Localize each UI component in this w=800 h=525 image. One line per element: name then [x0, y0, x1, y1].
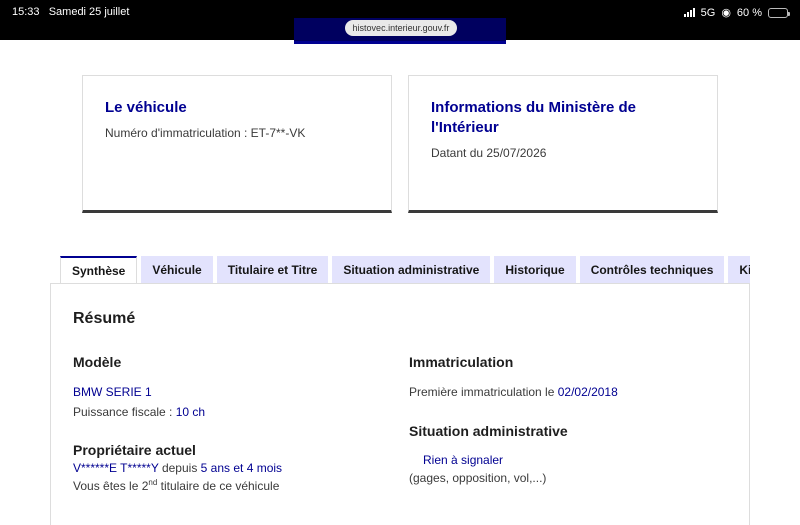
tab-kilometrage[interactable]: Kilo	[728, 256, 750, 284]
fiscal-power-label: Puissance fiscale :	[73, 405, 176, 419]
status-icons: 5G ◉ 60 %	[683, 6, 790, 19]
clock-date: Samedi 25 juillet	[48, 6, 130, 18]
owner-name: V******E T*****Y	[73, 461, 159, 475]
summary-title: Résumé	[73, 310, 136, 327]
battery-icon	[768, 7, 790, 18]
owner-line: V******E T*****Y depuis 5 ans et 4 mois	[73, 461, 282, 475]
tab-controles-techniques[interactable]: Contrôles techniques	[579, 256, 725, 284]
admin-heading: Situation administrative	[409, 423, 568, 439]
vehicle-card: Le véhicule Numéro d'immatriculation : E…	[82, 75, 392, 213]
battery-percent: 60 %	[736, 6, 762, 19]
ministry-card: Informations du Ministère de l'Intérieur…	[408, 75, 718, 213]
owner-heading: Propriétaire actuel	[73, 442, 196, 458]
owner-since-value: 5 ans et 4 mois	[200, 461, 283, 475]
owner-rank-sup: nd	[148, 478, 158, 487]
rotation-lock-icon: ◉	[721, 7, 731, 19]
owner-rank-suffix: titulaire de ce véhicule	[157, 479, 280, 493]
clock-time: 15:33	[12, 6, 40, 18]
first-registration-date: 02/02/2018	[557, 385, 618, 399]
vehicle-card-title: Le véhicule	[105, 99, 187, 116]
fiscal-power: Puissance fiscale : 10 ch	[73, 405, 205, 419]
plate-number: Numéro d'immatriculation : ET-7**-VK	[105, 126, 306, 140]
tab-situation-administrative[interactable]: Situation administrative	[332, 256, 491, 284]
tab-list: Synthèse Véhicule Titulaire et Titre Sit…	[60, 256, 750, 284]
tab-titulaire[interactable]: Titulaire et Titre	[216, 256, 329, 284]
fiscal-power-value: 10 ch	[175, 405, 206, 419]
tab-synthese[interactable]: Synthèse	[60, 256, 138, 284]
admin-details: (gages, opposition, vol,...)	[409, 471, 547, 485]
model-heading: Modèle	[73, 354, 122, 370]
ministry-title-line2: l'Intérieur	[431, 119, 499, 136]
first-registration-label: Première immatriculation le	[409, 385, 558, 399]
owner-rank: Vous êtes le 2nd titulaire de ce véhicul…	[73, 478, 279, 493]
status-time: 15:33 Samedi 25 juillet	[12, 6, 129, 18]
registration-heading: Immatriculation	[409, 354, 514, 370]
admin-status: Rien à signaler	[423, 453, 504, 467]
ministry-title-line1: Informations du Ministère de	[431, 99, 637, 116]
first-registration: Première immatriculation le 02/02/2018	[409, 385, 618, 399]
url-text: histovec.interieur.gouv.fr	[352, 23, 450, 33]
tab-historique[interactable]: Historique	[494, 256, 576, 284]
ministry-card-title: Informations du Ministère de l'Intérieur	[431, 98, 695, 138]
url-bar[interactable]: histovec.interieur.gouv.fr	[345, 20, 457, 36]
owner-rank-prefix: Vous êtes le 2	[73, 479, 149, 493]
model-name: BMW SERIE 1	[73, 385, 152, 399]
summary-panel: Résumé Modèle BMW SERIE 1 Puissance fisc…	[50, 283, 750, 525]
tab-vehicule[interactable]: Véhicule	[141, 256, 213, 284]
signal-icon	[683, 8, 695, 17]
data-date: Datant du 25/07/2026	[431, 146, 547, 160]
network-type: 5G	[700, 6, 716, 19]
owner-since-label: depuis	[158, 461, 201, 475]
